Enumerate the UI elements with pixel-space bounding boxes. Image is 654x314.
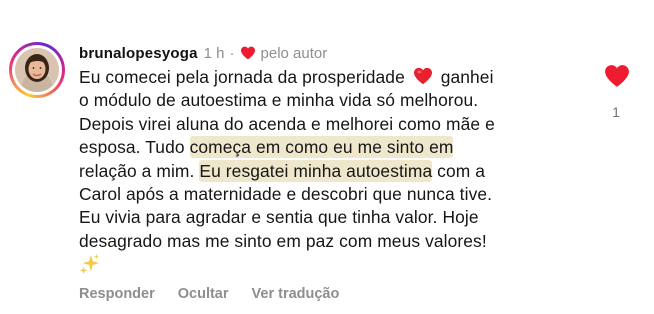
- text-segment: esposa. Tudo: [79, 137, 190, 158]
- comment-header: brunalopesyoga 1 h · pelo autor: [79, 42, 327, 64]
- avatar-border: [12, 45, 62, 95]
- comment: brunalopesyoga 1 h · pelo autor Eu comec…: [0, 0, 654, 314]
- text-segment: ganhei: [440, 67, 494, 87]
- comment-line-9: [79, 253, 559, 276]
- text-segment: com a: [432, 160, 486, 181]
- timestamp: 1 h: [203, 44, 225, 62]
- red-heart-emoji-icon: [413, 67, 432, 85]
- like-heart-icon[interactable]: [604, 64, 630, 88]
- like-count: 1: [612, 104, 620, 120]
- avatar-image: [15, 48, 59, 92]
- comment-actions: Responder Ocultar Ver tradução: [79, 286, 362, 302]
- comment-line-8: desagrado mas me sinto em paz com meus v…: [79, 230, 487, 251]
- comment-line-2: o módulo de autoestima e minha vida só m…: [79, 90, 479, 111]
- text-segment: relação a mim.: [79, 160, 200, 181]
- highlighted-text: começa em como eu me sinto em: [189, 136, 454, 159]
- comment-line-3: Depois virei aluna do acenda e melhorei …: [79, 113, 495, 134]
- avatar[interactable]: [9, 42, 65, 98]
- comment-text: Eu comecei pela jornada da prosperidade …: [79, 66, 559, 277]
- translate-button[interactable]: Ver tradução: [252, 286, 340, 302]
- username[interactable]: brunalopesyoga: [79, 45, 198, 62]
- highlighted-text: Eu resgatei minha autoestima: [199, 159, 433, 182]
- hide-button[interactable]: Ocultar: [178, 286, 229, 302]
- text-segment: Eu comecei pela jornada da prosperidade: [79, 67, 405, 87]
- reply-button[interactable]: Responder: [79, 286, 155, 302]
- comment-line-4: esposa. Tudo começa em como eu me sinto …: [79, 136, 559, 159]
- sparkles-emoji-icon: [79, 254, 100, 275]
- comment-line-6: Carol após a maternidade e descobri que …: [79, 183, 493, 204]
- separator: ·: [229, 44, 235, 62]
- heart-icon: [240, 46, 255, 60]
- comment-line-1: Eu comecei pela jornada da prosperidade …: [79, 66, 559, 89]
- avatar-photo: [15, 48, 59, 92]
- comment-line-7: Eu vivia para agradar e sentia que tinha…: [79, 207, 479, 228]
- author-label: pelo autor: [260, 44, 328, 62]
- comment-line-5: relação a mim. Eu resgatei minha autoest…: [79, 159, 559, 183]
